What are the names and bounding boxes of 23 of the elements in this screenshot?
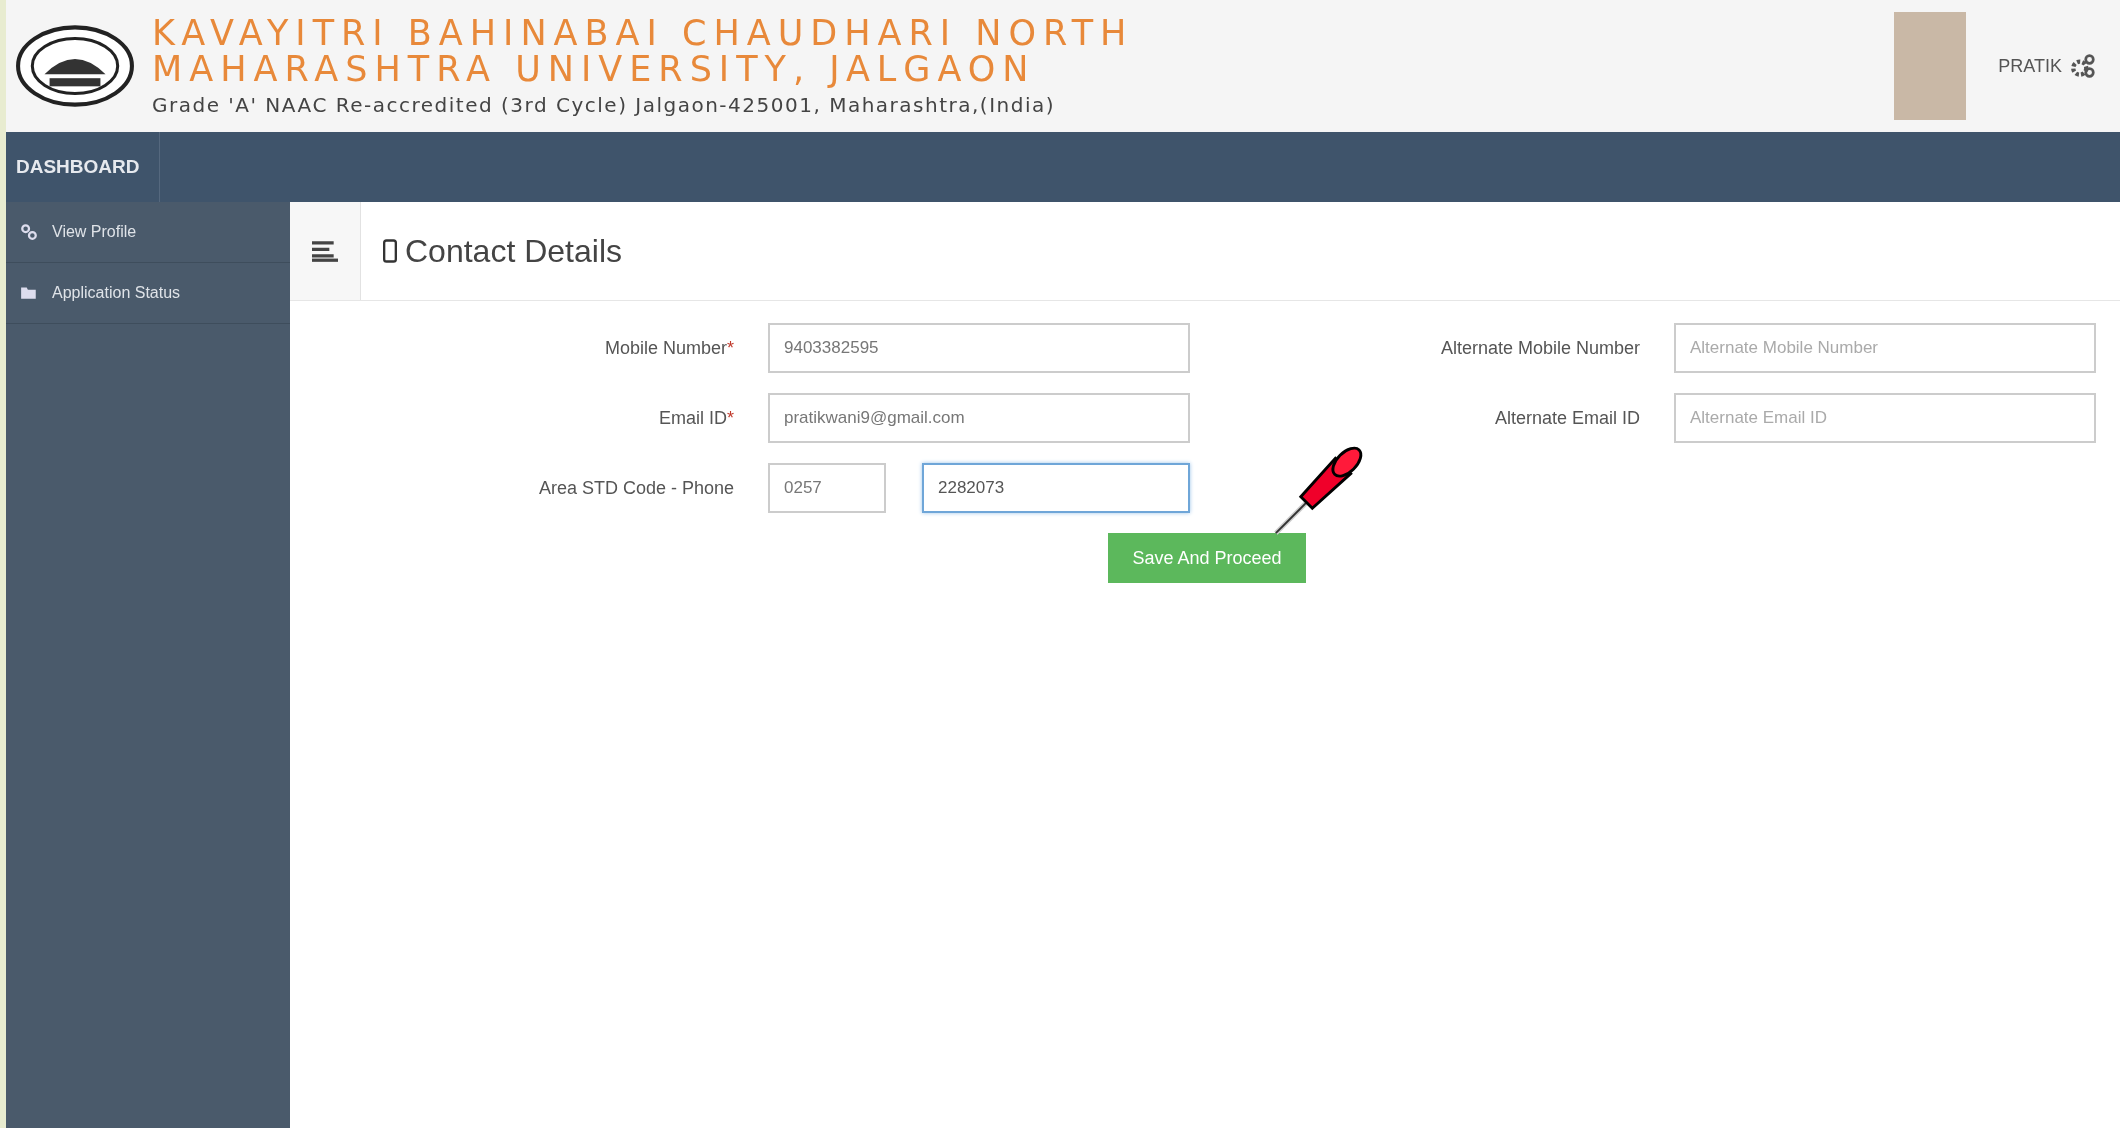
user-name[interactable]: PRATIK: [1998, 55, 2062, 77]
input-field[interactable]: 9403382595: [768, 323, 1190, 373]
page-title: Contact Details: [405, 232, 622, 270]
field-label: Area STD Code - Phone: [537, 477, 734, 499]
input-field[interactable]: Alternate Mobile Number: [1674, 323, 2096, 373]
mobile-phone-icon: [383, 239, 397, 263]
field-label: Alternate Email ID: [1493, 407, 1640, 429]
input-field[interactable]: 2282073: [922, 463, 1190, 513]
field-label: Alternate Mobile Number: [1439, 337, 1640, 359]
university-name: MAHARASHTRA UNIVERSITY, JALGAON: [152, 51, 1037, 87]
link-icon: [20, 223, 38, 241]
university-emblem-icon: [14, 23, 136, 109]
settings-icon[interactable]: [2070, 53, 2096, 79]
sidebar-item[interactable]: Application Status: [6, 263, 290, 324]
folder-icon: [20, 284, 38, 302]
input-field[interactable]: 0257: [768, 463, 886, 513]
menu-icon[interactable]: [312, 240, 338, 262]
field-label: Email ID*: [657, 407, 734, 429]
accreditation-text: Grade 'A' NAAC Re-accredited (3rd Cycle) Jalgaon-425001, Maharashtra,(India): [152, 93, 1057, 117]
input-field[interactable]: Alternate Email ID: [1674, 393, 2096, 443]
university-name: KAVAYITRI BAHINABAI CHAUDHARI NORTH: [152, 15, 1134, 51]
input-field[interactable]: pratikwani9@gmail.com: [768, 393, 1190, 443]
field-label: Mobile Number*: [603, 337, 734, 359]
